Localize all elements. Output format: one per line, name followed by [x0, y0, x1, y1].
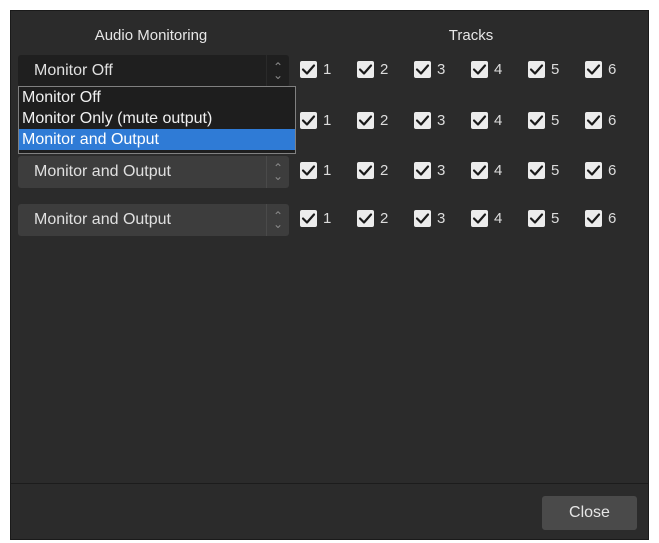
track-label: 3 [437, 61, 446, 78]
track-toggle[interactable]: 3 [414, 210, 445, 227]
track-label: 1 [323, 162, 332, 179]
checkbox-icon[interactable] [585, 61, 602, 78]
checkbox-icon[interactable] [528, 210, 545, 227]
track-toggle[interactable]: 4 [471, 61, 502, 78]
track-toggle[interactable]: 2 [357, 61, 388, 78]
track-toggle[interactable]: 3 [414, 112, 445, 129]
footer-divider [11, 483, 648, 484]
track-label: 5 [551, 61, 560, 78]
track-label: 6 [608, 112, 617, 129]
checkbox-icon[interactable] [471, 112, 488, 129]
checkbox-icon[interactable] [357, 112, 374, 129]
track-toggle[interactable]: 5 [528, 112, 559, 129]
track-label: 5 [551, 210, 560, 227]
checkbox-icon[interactable] [357, 162, 374, 179]
track-label: 4 [494, 210, 503, 227]
checkbox-icon[interactable] [300, 162, 317, 179]
checkbox-icon[interactable] [471, 210, 488, 227]
checkbox-icon[interactable] [300, 210, 317, 227]
track-label: 3 [437, 112, 446, 129]
track-label: 4 [494, 162, 503, 179]
track-label: 3 [437, 162, 446, 179]
track-label: 1 [323, 210, 332, 227]
dropdown-option-monitor-only[interactable]: Monitor Only (mute output) [19, 108, 295, 129]
track-toggle[interactable]: 1 [300, 210, 331, 227]
dropdown-option-monitor-off[interactable]: Monitor Off [19, 87, 295, 108]
track-toggle[interactable]: 2 [357, 162, 388, 179]
track-toggle[interactable]: 6 [585, 112, 616, 129]
close-button[interactable]: Close [542, 496, 637, 530]
dropdown-option-monitor-and-output[interactable]: Monitor and Output [19, 129, 295, 150]
track-toggle[interactable]: 4 [471, 112, 502, 129]
checkbox-icon[interactable] [471, 61, 488, 78]
track-label: 1 [323, 61, 332, 78]
up-down-arrows-icon[interactable]: ⌃ ⌄ [266, 55, 289, 87]
track-toggle[interactable]: 2 [357, 210, 388, 227]
track-label: 2 [380, 162, 389, 179]
track-toggle[interactable]: 1 [300, 112, 331, 129]
checkbox-icon[interactable] [300, 61, 317, 78]
checkbox-icon[interactable] [528, 162, 545, 179]
track-label: 6 [608, 61, 617, 78]
checkbox-icon[interactable] [357, 210, 374, 227]
audio-monitoring-header: Audio Monitoring [94, 27, 208, 44]
track-toggle[interactable]: 6 [585, 162, 616, 179]
track-label: 6 [608, 210, 617, 227]
monitoring-select-value: Monitor Off [34, 62, 113, 79]
track-toggle[interactable]: 4 [471, 210, 502, 227]
track-toggle[interactable]: 5 [528, 61, 559, 78]
checkbox-icon[interactable] [414, 162, 431, 179]
monitoring-select[interactable]: Monitor Off ⌃ ⌄ [18, 55, 289, 87]
checkbox-icon[interactable] [414, 112, 431, 129]
checkbox-icon[interactable] [528, 112, 545, 129]
track-toggle[interactable]: 1 [300, 61, 331, 78]
track-label: 2 [380, 112, 389, 129]
track-label: 4 [494, 112, 503, 129]
checkbox-icon[interactable] [357, 61, 374, 78]
track-toggle[interactable]: 1 [300, 162, 331, 179]
track-label: 1 [323, 112, 332, 129]
track-toggle[interactable]: 5 [528, 210, 559, 227]
checkbox-icon[interactable] [300, 112, 317, 129]
monitoring-select-value: Monitor and Output [34, 211, 171, 228]
checkbox-icon[interactable] [528, 61, 545, 78]
track-label: 5 [551, 112, 560, 129]
track-toggle[interactable]: 4 [471, 162, 502, 179]
track-label: 4 [494, 61, 503, 78]
audio-settings-dialog: Audio Monitoring Tracks Monitor Off ⌃ ⌄ M… [10, 10, 649, 540]
track-label: 5 [551, 162, 560, 179]
track-toggle[interactable]: 6 [585, 61, 616, 78]
track-label: 2 [380, 61, 389, 78]
up-down-arrows-icon[interactable]: ⌃ ⌄ [266, 156, 289, 188]
track-label: 6 [608, 162, 617, 179]
checkbox-icon[interactable] [414, 61, 431, 78]
monitoring-select[interactable]: Monitor and Output ⌃ ⌄ [18, 204, 289, 236]
monitoring-select-value: Monitor and Output [34, 163, 171, 180]
tracks-header: Tracks [448, 27, 494, 44]
track-label: 2 [380, 210, 389, 227]
checkbox-icon[interactable] [471, 162, 488, 179]
checkbox-icon[interactable] [585, 112, 602, 129]
monitoring-dropdown-list: Monitor Off Monitor Only (mute output) M… [18, 86, 296, 154]
track-toggle[interactable]: 3 [414, 61, 445, 78]
checkbox-icon[interactable] [585, 162, 602, 179]
track-toggle[interactable]: 6 [585, 210, 616, 227]
track-label: 3 [437, 210, 446, 227]
up-down-arrows-icon[interactable]: ⌃ ⌄ [266, 204, 289, 236]
monitoring-select[interactable]: Monitor and Output ⌃ ⌄ [18, 156, 289, 188]
checkbox-icon[interactable] [585, 210, 602, 227]
track-toggle[interactable]: 3 [414, 162, 445, 179]
track-toggle[interactable]: 2 [357, 112, 388, 129]
checkbox-icon[interactable] [414, 210, 431, 227]
track-toggle[interactable]: 5 [528, 162, 559, 179]
